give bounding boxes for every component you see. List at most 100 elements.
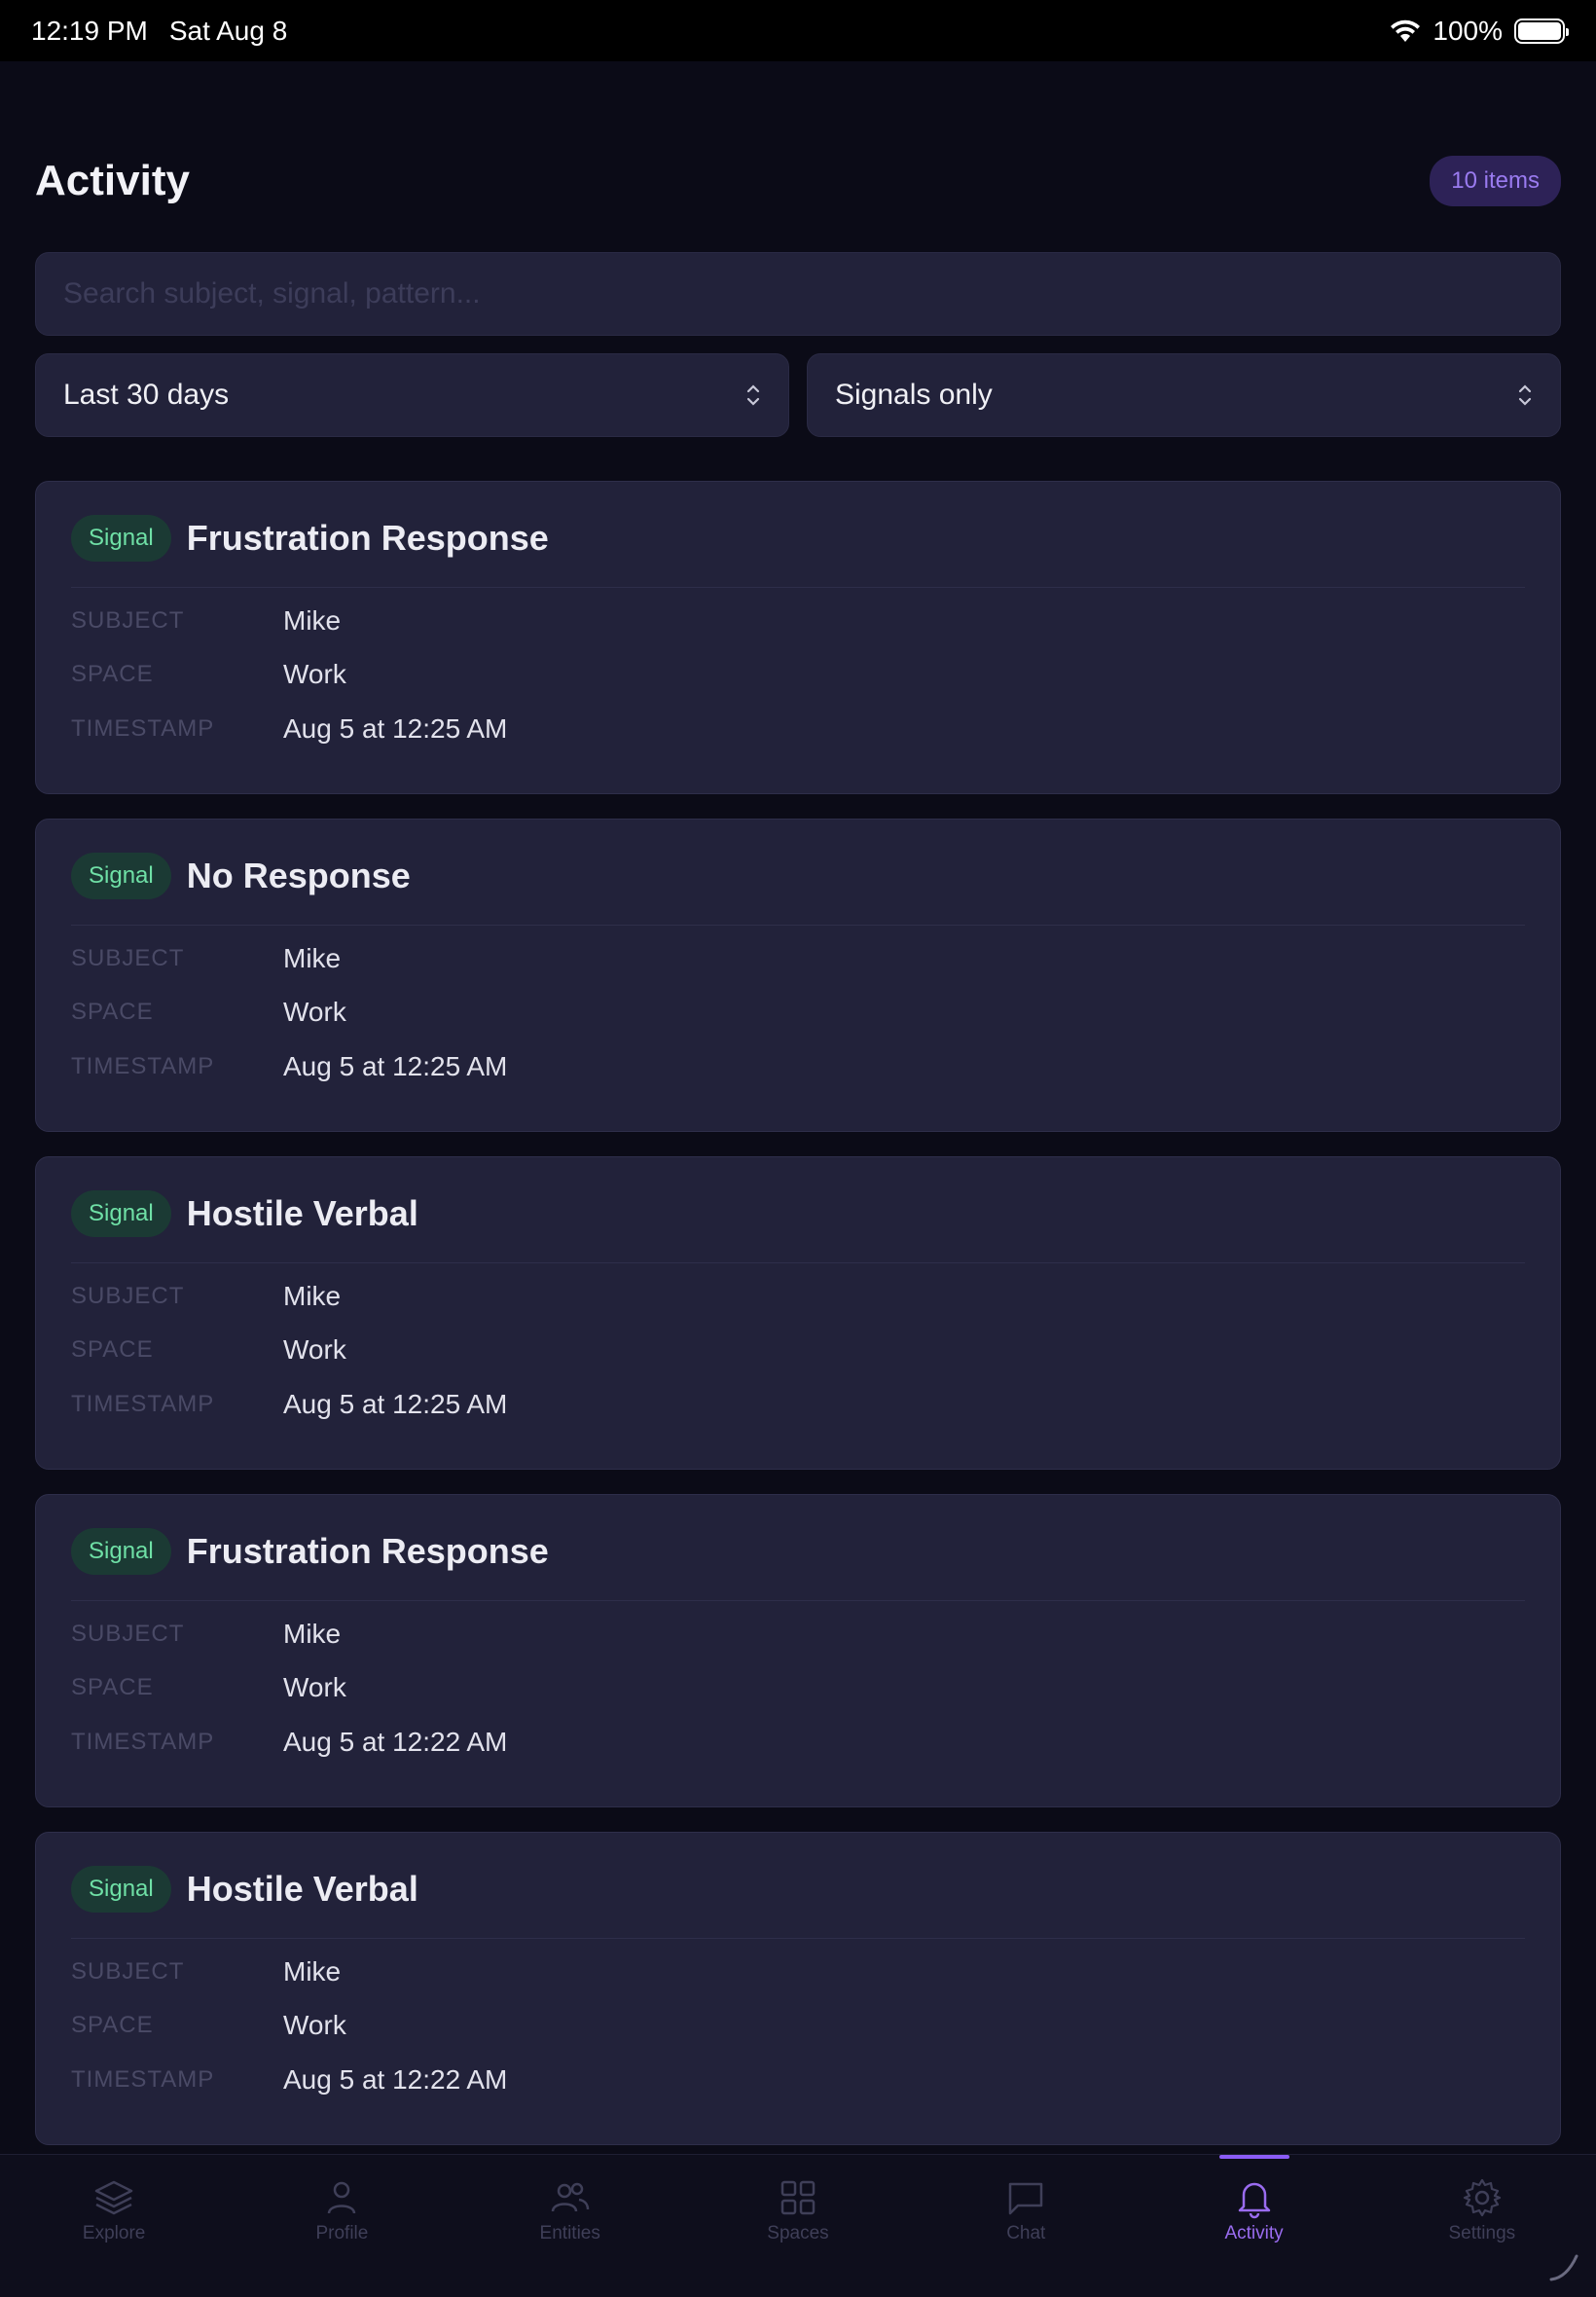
card-title: Frustration Response bbox=[186, 1531, 549, 1571]
people-icon bbox=[551, 2182, 589, 2212]
meta-row-subject: SUBJECT Mike bbox=[71, 1956, 341, 1987]
activity-card[interactable]: Signal Hostile Verbal SUBJECT Mike SPACE Work… bbox=[35, 1832, 1561, 2145]
meta-label: SUBJECT bbox=[71, 607, 185, 634]
tab-explore[interactable]: Explore bbox=[0, 2155, 228, 2297]
date-range-select[interactable]: Last 30 days bbox=[35, 353, 789, 437]
meta-row-space: SPACE Work bbox=[71, 1334, 346, 1366]
battery-icon bbox=[1514, 18, 1569, 44]
layers-icon bbox=[94, 2180, 133, 2215]
meta-value-subject: Mike bbox=[283, 605, 342, 636]
meta-value-space: Work bbox=[283, 659, 346, 689]
meta-label: SUBJECT bbox=[71, 1283, 185, 1309]
meta-value-timestamp: Aug 5 at 12:25 AM bbox=[283, 1051, 508, 1081]
signal-badge: Signal bbox=[71, 1866, 171, 1913]
tab-label: Profile bbox=[315, 2223, 369, 2243]
meta-value-timestamp: Aug 5 at 12:22 AM bbox=[283, 2064, 508, 2095]
gear-icon bbox=[1463, 2178, 1501, 2217]
meta-row-timestamp: TIMESTAMP Aug 5 at 12:22 AM bbox=[71, 2064, 507, 2096]
search-input[interactable] bbox=[35, 252, 1561, 336]
wifi-icon bbox=[1391, 19, 1421, 42]
meta-row-subject: SUBJECT Mike bbox=[71, 1281, 341, 1312]
tab-label: Settings bbox=[1448, 2223, 1516, 2243]
meta-value-subject: Mike bbox=[283, 1619, 342, 1649]
date-range-value: Last 30 days bbox=[63, 379, 230, 411]
meta-row-subject: SUBJECT Mike bbox=[71, 943, 341, 974]
meta-value-subject: Mike bbox=[283, 943, 342, 973]
signal-badge: Signal bbox=[71, 1190, 171, 1237]
person-icon bbox=[328, 2181, 356, 2214]
tab-label: Spaces bbox=[767, 2223, 829, 2243]
meta-value-timestamp: Aug 5 at 12:22 AM bbox=[283, 1727, 508, 1757]
meta-value-space: Work bbox=[283, 1334, 346, 1365]
meta-row-timestamp: TIMESTAMP Aug 5 at 12:25 AM bbox=[71, 1051, 507, 1082]
grid-icon bbox=[780, 2180, 816, 2215]
signal-badge: Signal bbox=[71, 853, 171, 899]
item-count-badge: 10 items bbox=[1430, 156, 1561, 206]
type-filter-value: Signals only bbox=[835, 379, 993, 411]
card-header: Signal Hostile Verbal bbox=[71, 1866, 418, 1913]
chat-bubble-icon bbox=[1009, 2182, 1043, 2215]
status-date: Sat Aug 8 bbox=[168, 15, 288, 46]
tab-entities[interactable]: Entities bbox=[456, 2155, 684, 2297]
card-header: Signal No Response bbox=[71, 853, 411, 899]
resize-handle-icon bbox=[1549, 2254, 1578, 2281]
meta-value-subject: Mike bbox=[283, 1281, 342, 1311]
meta-label: SPACE bbox=[71, 1336, 154, 1363]
card-title: Hostile Verbal bbox=[186, 1193, 418, 1233]
activity-card[interactable]: Signal Frustration Response SUBJECT Mike SPA… bbox=[35, 1494, 1561, 1807]
activity-card[interactable]: Signal Frustration Response SUBJECT Mike SPA… bbox=[35, 481, 1561, 794]
tab-profile[interactable]: Profile bbox=[228, 2155, 455, 2297]
tab-spaces[interactable]: Spaces bbox=[684, 2155, 912, 2297]
chevron-up-down-icon bbox=[1517, 383, 1533, 408]
meta-value-space: Work bbox=[283, 2010, 346, 2040]
meta-row-space: SPACE Work bbox=[71, 997, 346, 1028]
meta-row-space: SPACE Work bbox=[71, 1672, 346, 1703]
card-header: Signal Frustration Response bbox=[71, 1528, 549, 1575]
meta-label: SUBJECT bbox=[71, 945, 185, 971]
meta-value-space: Work bbox=[283, 997, 346, 1027]
status-bar: 12:19 PM Sat Aug 8 100% bbox=[0, 0, 1596, 61]
tab-activity[interactable]: Activity bbox=[1140, 2155, 1367, 2297]
page-title: Activity bbox=[35, 157, 190, 204]
divider bbox=[71, 587, 1525, 588]
meta-label: SPACE bbox=[71, 2012, 154, 2038]
meta-row-subject: SUBJECT Mike bbox=[71, 605, 341, 637]
meta-label: TIMESTAMP bbox=[71, 1391, 215, 1417]
meta-row-space: SPACE Work bbox=[71, 659, 346, 690]
card-title: Hostile Verbal bbox=[186, 1869, 418, 1909]
card-header: Signal Hostile Verbal bbox=[71, 1190, 418, 1237]
card-title: Frustration Response bbox=[186, 518, 549, 558]
meta-label: TIMESTAMP bbox=[71, 715, 215, 742]
meta-label: SPACE bbox=[71, 661, 154, 687]
battery-percent: 100% bbox=[1433, 15, 1503, 46]
meta-row-timestamp: TIMESTAMP Aug 5 at 12:25 AM bbox=[71, 1389, 507, 1420]
signal-badge: Signal bbox=[71, 515, 171, 562]
type-filter-select[interactable]: Signals only bbox=[807, 353, 1561, 437]
meta-label: SUBJECT bbox=[71, 1958, 185, 1985]
divider bbox=[71, 925, 1525, 926]
activity-card[interactable]: Signal No Response SUBJECT Mike SPACE Work TIM… bbox=[35, 819, 1561, 1132]
divider bbox=[71, 1938, 1525, 1939]
meta-row-timestamp: TIMESTAMP Aug 5 at 12:25 AM bbox=[71, 713, 507, 745]
page-header: Activity 10 items bbox=[35, 156, 1561, 206]
activity-card[interactable]: Signal Hostile Verbal SUBJECT Mike SPACE Work… bbox=[35, 1156, 1561, 1470]
meta-value-subject: Mike bbox=[283, 1956, 342, 1987]
chevron-up-down-icon bbox=[745, 383, 761, 408]
tab-label: Chat bbox=[1006, 2223, 1046, 2243]
card-title: No Response bbox=[186, 856, 411, 895]
meta-label: TIMESTAMP bbox=[71, 1729, 215, 1755]
tab-label: Entities bbox=[539, 2223, 600, 2243]
meta-value-timestamp: Aug 5 at 12:25 AM bbox=[283, 1389, 508, 1419]
meta-row-timestamp: TIMESTAMP Aug 5 at 12:22 AM bbox=[71, 1727, 507, 1758]
tab-chat[interactable]: Chat bbox=[912, 2155, 1140, 2297]
tab-label: Activity bbox=[1224, 2223, 1284, 2243]
status-time: 12:19 PM bbox=[31, 15, 148, 46]
bell-icon bbox=[1238, 2182, 1270, 2219]
meta-value-space: Work bbox=[283, 1672, 346, 1702]
meta-label: SPACE bbox=[71, 999, 154, 1025]
meta-label: TIMESTAMP bbox=[71, 2066, 215, 2093]
tab-label: Explore bbox=[82, 2223, 146, 2243]
divider bbox=[71, 1262, 1525, 1263]
card-header: Signal Frustration Response bbox=[71, 515, 549, 562]
divider bbox=[71, 1600, 1525, 1601]
